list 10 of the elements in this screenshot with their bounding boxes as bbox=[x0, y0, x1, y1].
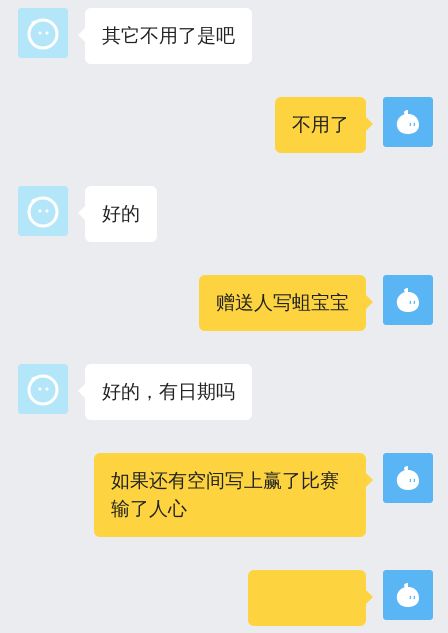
bubble-tail bbox=[366, 473, 373, 487]
avatar-icon bbox=[18, 8, 68, 58]
avatar-icon bbox=[383, 570, 433, 620]
bubble-tail bbox=[366, 295, 373, 309]
avatar-icon bbox=[383, 453, 433, 503]
avatar-icon bbox=[383, 97, 433, 147]
avatar-icon bbox=[383, 275, 433, 325]
avatar-icon bbox=[18, 186, 68, 236]
bubble-tail bbox=[366, 117, 373, 131]
avatar-icon bbox=[18, 364, 68, 414]
